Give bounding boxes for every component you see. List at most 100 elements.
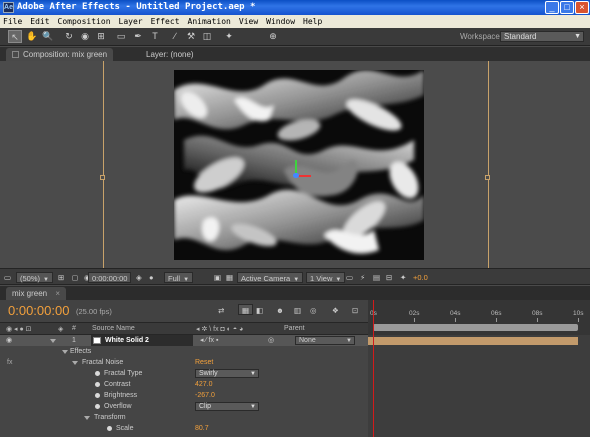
twirl-down-icon[interactable] — [72, 361, 78, 365]
close-button[interactable]: × — [575, 1, 589, 14]
clone-stamp-tool-icon[interactable]: ⚒ — [184, 30, 198, 43]
property-row-overflow[interactable]: Overflow Clip ▼ — [0, 401, 368, 412]
twirl-down-icon[interactable] — [50, 339, 56, 343]
region-of-interest-icon[interactable]: ▣ — [214, 272, 221, 283]
panel-lock-icon[interactable] — [12, 51, 19, 58]
axis-mode-icon[interactable]: ⊕ — [266, 30, 280, 43]
camera-view-select[interactable]: Active Camera ▼ — [237, 272, 304, 283]
stopwatch-icon[interactable] — [107, 426, 112, 431]
hand-tool-icon[interactable]: ✋ — [25, 30, 39, 43]
safe-zones-icon[interactable]: ⊞ — [58, 272, 64, 283]
toggle-pixel-aspect-icon[interactable]: ▭ — [346, 272, 353, 283]
draft-3d-icon[interactable]: ◧ — [256, 305, 263, 316]
tab-composition[interactable]: Composition: mix green — [6, 48, 114, 61]
scale-value[interactable]: 80.7 — [195, 423, 209, 434]
always-preview-icon[interactable]: ▭ — [4, 272, 11, 283]
property-row-scale[interactable]: Scale 80.7 — [0, 423, 368, 434]
anchor-point-handle[interactable] — [293, 173, 299, 178]
pan-behind-tool-icon[interactable]: ⊞ — [94, 30, 108, 43]
timeline-icon[interactable]: ▤ — [373, 272, 380, 283]
comp-flowchart-icon[interactable]: ⊟ — [386, 272, 392, 283]
menu-layer[interactable]: Layer — [119, 17, 143, 26]
workspace-select[interactable]: Standard ▼ — [500, 31, 584, 42]
overflow-select[interactable]: Clip ▼ — [195, 402, 259, 411]
time-ruler[interactable]: 0s 02s 04s 06s 08s 10s — [368, 300, 590, 336]
3d-layer-icon[interactable]: ◎ — [268, 335, 274, 346]
guide-line-left[interactable] — [103, 61, 104, 268]
motion-blur-icon[interactable]: ◎ — [310, 305, 317, 316]
av-features-icon[interactable]: ◉ ◂ ● ⊡ — [6, 325, 32, 333]
menu-edit[interactable]: Edit — [30, 17, 49, 26]
resolution-select[interactable]: Full ▼ — [164, 272, 194, 283]
layer-switches-icons[interactable]: ◂ ⁄ fx ▪ — [200, 335, 218, 346]
timeline-tracks[interactable] — [368, 335, 590, 437]
fx-icon[interactable]: fx — [7, 357, 12, 368]
type-tool-icon[interactable]: T — [148, 30, 162, 43]
brush-tool-icon[interactable]: ∕ — [168, 30, 182, 43]
minimize-button[interactable]: _ — [545, 1, 559, 14]
live-update-icon[interactable]: ▦ — [238, 304, 254, 315]
exposure-value[interactable]: +0.0 — [413, 272, 428, 283]
mask-tool-icon[interactable]: ▭ — [114, 30, 128, 43]
stopwatch-icon[interactable] — [95, 371, 100, 376]
pen-tool-icon[interactable]: ✒ — [131, 30, 145, 43]
maximize-button[interactable]: □ — [560, 1, 574, 14]
current-time-field[interactable]: 0:00:00:00 — [88, 272, 132, 283]
frame-blending-icon[interactable]: ▥ — [294, 305, 301, 316]
video-visibility-icon[interactable]: ◉ — [6, 335, 12, 346]
menu-composition[interactable]: Composition — [58, 17, 111, 26]
mask-visibility-icon[interactable]: ◻ — [72, 272, 78, 283]
menu-view[interactable]: View — [239, 17, 258, 26]
column-source-name[interactable]: Source Name — [92, 325, 135, 332]
stopwatch-icon[interactable] — [95, 404, 100, 409]
layer-name[interactable]: White Solid 2 — [91, 335, 193, 346]
work-area-bar[interactable] — [373, 324, 578, 331]
menu-help[interactable]: Help — [303, 17, 322, 26]
menu-effect[interactable]: Effect — [151, 17, 180, 26]
layer-row[interactable]: ◉ 1 White Solid 2 ◂ ⁄ fx ▪ ◎ None ▼ — [0, 335, 368, 346]
column-parent[interactable]: Parent — [284, 325, 305, 332]
fast-previews-icon[interactable]: ⚡ — [360, 272, 365, 283]
timeline-timecode[interactable]: 0:00:00:00 — [8, 303, 69, 318]
menu-animation[interactable]: Animation — [188, 17, 231, 26]
property-row-transform[interactable]: Transform — [0, 412, 368, 423]
camera-tool-icon[interactable]: ◉ — [78, 30, 92, 43]
menu-window[interactable]: Window — [266, 17, 295, 26]
composition-viewer[interactable] — [0, 61, 590, 268]
close-tab-icon[interactable]: × — [55, 289, 60, 298]
rotation-tool-icon[interactable]: ↻ — [62, 30, 76, 43]
hide-shy-layers-icon[interactable]: ☻ — [276, 305, 284, 316]
parent-select[interactable]: None ▼ — [295, 336, 355, 345]
property-row-fractal-type[interactable]: Fractal Type Swirly ▼ — [0, 368, 368, 379]
composition-mini-flowchart-icon[interactable]: ⇄ — [218, 305, 224, 316]
twirl-down-icon[interactable] — [84, 416, 90, 420]
color-channels-icon[interactable]: ● — [149, 272, 154, 283]
reset-link[interactable]: Reset — [195, 357, 213, 368]
composition-frame[interactable] — [174, 70, 424, 260]
tab-timeline-mix-green[interactable]: mix green × — [6, 287, 67, 300]
zoom-tool-icon[interactable]: 🔍 — [41, 30, 55, 43]
layer-duration-bar[interactable] — [368, 337, 578, 345]
selection-tool-icon[interactable]: ↖ — [8, 30, 22, 43]
graph-editor-icon[interactable]: ⊡ — [352, 305, 358, 316]
brainstorm-icon[interactable]: ❖ — [332, 305, 339, 316]
tab-layer[interactable]: Layer: (none) — [140, 48, 200, 61]
eraser-tool-icon[interactable]: ◫ — [200, 30, 214, 43]
property-row-brightness[interactable]: Brightness -267.0 — [0, 390, 368, 401]
twirl-down-icon[interactable] — [62, 350, 68, 354]
property-row-effects[interactable]: Effects — [0, 346, 368, 357]
contrast-value[interactable]: 427.0 — [195, 379, 213, 390]
y-axis-handle[interactable] — [295, 160, 297, 174]
x-axis-handle[interactable] — [297, 175, 311, 177]
guide-line-right[interactable] — [488, 61, 489, 268]
fractal-type-select[interactable]: Swirly ▼ — [195, 369, 259, 378]
property-row-contrast[interactable]: Contrast 427.0 — [0, 379, 368, 390]
brightness-value[interactable]: -267.0 — [195, 390, 215, 401]
stopwatch-icon[interactable] — [95, 382, 100, 387]
puppet-tool-icon[interactable]: ✦ — [222, 30, 236, 43]
view-layout-select[interactable]: 1 View ▼ — [306, 272, 346, 283]
stopwatch-icon[interactable] — [95, 393, 100, 398]
show-snapshot-icon[interactable]: ◈ — [136, 272, 142, 283]
guide-handle-right[interactable] — [485, 175, 490, 180]
menu-file[interactable]: File — [3, 17, 22, 26]
